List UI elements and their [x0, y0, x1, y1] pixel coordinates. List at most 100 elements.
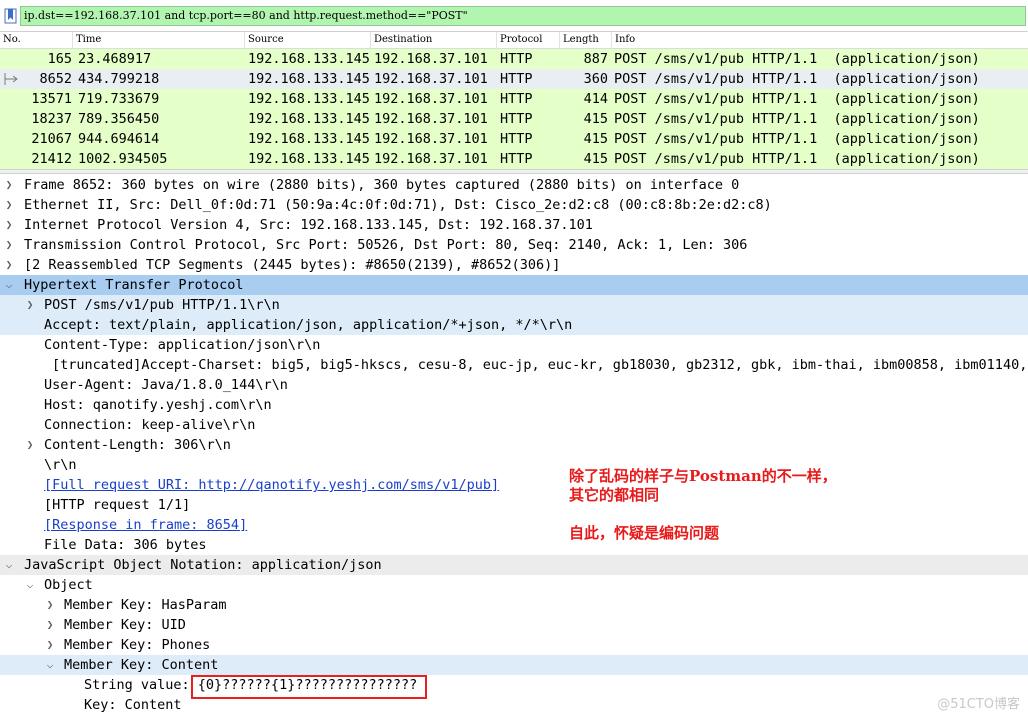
chevron-down-icon[interactable]: ⌵ — [2, 275, 16, 295]
tree-item-host[interactable]: Host: qanotify.yeshj.com\r\n — [0, 395, 1028, 415]
packet-protocol: HTTP — [500, 111, 533, 127]
tree-item-content-length[interactable]: ❯ Content-Length: 306\r\n — [0, 435, 1028, 455]
tree-item-label: Hypertext Transfer Protocol — [24, 277, 244, 293]
packet-protocol: HTTP — [500, 151, 533, 167]
chevron-down-icon[interactable]: ⌵ — [2, 555, 16, 575]
chevron-right-icon[interactable]: ❯ — [2, 255, 16, 275]
chevron-right-icon[interactable]: ❯ — [23, 295, 37, 315]
tree-item-frame[interactable]: ❯ Frame 8652: 360 bytes on wire (2880 bi… — [0, 175, 1028, 195]
chevron-right-icon[interactable]: ❯ — [43, 635, 57, 655]
column-header-length[interactable]: Length — [560, 32, 612, 48]
packet-row[interactable]: 165 23.468917 192.168.133.145 192.168.37… — [0, 49, 1028, 69]
packet-no: 13571 — [31, 91, 72, 107]
tree-item-accept-charset[interactable]: [truncated]Accept-Charset: big5, big5-hk… — [0, 355, 1028, 375]
chevron-right-icon[interactable]: ❯ — [23, 435, 37, 455]
tree-item-label: Content-Type: application/json\r\n — [44, 337, 321, 353]
packet-info: POST /sms/v1/pub HTTP/1.1 (application/j… — [614, 111, 980, 127]
annotation-line: 除了乱码的样子与Postman的不一样， — [569, 467, 837, 485]
packet-row[interactable]: 18237 789.356450 192.168.133.145 192.168… — [0, 109, 1028, 129]
packet-info: POST /sms/v1/pub HTTP/1.1 (application/j… — [614, 91, 980, 107]
tree-item-label: User-Agent: Java/1.8.0_144\r\n — [44, 377, 288, 393]
tree-item-label: Object — [44, 577, 93, 593]
chevron-right-icon[interactable]: ❯ — [2, 175, 16, 195]
tree-item-full-uri[interactable]: [Full request URI: http://qanotify.yeshj… — [0, 475, 1028, 495]
tree-item-label: File Data: 306 bytes — [44, 537, 207, 553]
column-header-time[interactable]: Time — [73, 32, 245, 48]
tree-item-ipv4[interactable]: ❯ Internet Protocol Version 4, Src: 192.… — [0, 215, 1028, 235]
pane-splitter[interactable] — [0, 169, 1028, 174]
tree-item-label: Internet Protocol Version 4, Src: 192.16… — [24, 217, 593, 233]
tree-item-member-uid[interactable]: ❯ Member Key: UID — [0, 615, 1028, 635]
tree-item-response-frame[interactable]: [Response in frame: 8654] — [0, 515, 1028, 535]
packet-details-tree: ❯ Frame 8652: 360 bytes on wire (2880 bi… — [0, 175, 1028, 718]
packet-time: 719.733679 — [78, 91, 160, 107]
tree-item-ethernet[interactable]: ❯ Ethernet II, Src: Dell_0f:0d:71 (50:9a… — [0, 195, 1028, 215]
chevron-right-icon[interactable]: ❯ — [2, 215, 16, 235]
tree-item-label: Transmission Control Protocol, Src Port:… — [24, 237, 748, 253]
chevron-right-icon[interactable]: ❯ — [43, 615, 57, 635]
tree-item-object[interactable]: ⌵ Object — [0, 575, 1028, 595]
column-header-destination[interactable]: Destination — [371, 32, 497, 48]
column-header-source[interactable]: Source — [245, 32, 371, 48]
packet-list-header: No. Time Source Destination Protocol Len… — [0, 32, 1028, 49]
column-header-no[interactable]: No. — [0, 32, 73, 48]
tree-item-key[interactable]: Key: Content — [0, 695, 1028, 715]
tree-item-json[interactable]: ⌵ JavaScript Object Notation: applicatio… — [0, 555, 1028, 575]
tree-item-reassembled[interactable]: ❯ [2 Reassembled TCP Segments (2445 byte… — [0, 255, 1028, 275]
packet-destination: 192.168.37.101 — [374, 131, 488, 147]
packet-source: 192.168.133.145 — [248, 111, 370, 127]
annotation-line: 其它的都相同 — [569, 486, 660, 504]
packet-no: 21067 — [31, 131, 72, 147]
tree-item-http[interactable]: ⌵ Hypertext Transfer Protocol — [0, 275, 1028, 295]
tree-item-accept[interactable]: Accept: text/plain, application/json, ap… — [0, 315, 1028, 335]
tree-item-tcp[interactable]: ❯ Transmission Control Protocol, Src Por… — [0, 235, 1028, 255]
packet-time: 23.468917 — [78, 51, 152, 67]
tree-item-user-agent[interactable]: User-Agent: Java/1.8.0_144\r\n — [0, 375, 1028, 395]
packet-source: 192.168.133.145 — [248, 91, 370, 107]
packet-destination: 192.168.37.101 — [374, 91, 488, 107]
tree-item-request-line[interactable]: ❯ POST /sms/v1/pub HTTP/1.1\r\n — [0, 295, 1028, 315]
response-frame-link[interactable]: [Response in frame: 8654] — [44, 515, 247, 535]
packet-protocol: HTTP — [500, 71, 533, 87]
chevron-down-icon[interactable]: ⌵ — [43, 655, 57, 675]
tree-item-request-count[interactable]: [HTTP request 1/1] — [0, 495, 1028, 515]
tree-item-label: POST /sms/v1/pub HTTP/1.1\r\n — [44, 297, 280, 313]
tree-item-member-content[interactable]: ⌵ Member Key: Content — [0, 655, 1028, 675]
tree-item-string-value[interactable]: String value: {0}??????{1}??????????????… — [0, 675, 1028, 695]
tree-item-label: Member Key: HasParam — [64, 597, 227, 613]
full-request-uri-link[interactable]: [Full request URI: http://qanotify.yeshj… — [44, 475, 499, 495]
display-filter-input[interactable]: ip.dst==192.168.37.101 and tcp.port==80 … — [20, 6, 1026, 26]
packet-length: 360 — [583, 71, 608, 87]
tree-item-label: Member Key: Content — [64, 657, 219, 673]
bookmark-icon[interactable] — [4, 8, 17, 24]
packet-row-selected[interactable]: 8652 434.799218 192.168.133.145 192.168.… — [0, 69, 1028, 89]
column-header-info[interactable]: Info — [612, 32, 1028, 48]
tree-item-member-hasparam[interactable]: ❯ Member Key: HasParam — [0, 595, 1028, 615]
packet-destination: 192.168.37.101 — [374, 111, 488, 127]
packet-row[interactable]: 13571 719.733679 192.168.133.145 192.168… — [0, 89, 1028, 109]
tree-item-label: Content-Length: 306\r\n — [44, 437, 231, 453]
tree-item-label: \r\n — [44, 457, 77, 473]
tree-item-content-type[interactable]: Content-Type: application/json\r\n — [0, 335, 1028, 355]
packet-info: POST /sms/v1/pub HTTP/1.1 (application/j… — [614, 131, 980, 147]
tree-item-connection[interactable]: Connection: keep-alive\r\n — [0, 415, 1028, 435]
chevron-right-icon[interactable]: ❯ — [2, 235, 16, 255]
packet-protocol: HTTP — [500, 91, 533, 107]
chevron-down-icon[interactable]: ⌵ — [23, 575, 37, 595]
packet-protocol: HTTP — [500, 131, 533, 147]
tree-item-member-phones[interactable]: ❯ Member Key: Phones — [0, 635, 1028, 655]
chevron-right-icon[interactable]: ❯ — [2, 195, 16, 215]
packet-source: 192.168.133.145 — [248, 151, 370, 167]
packet-info: POST /sms/v1/pub HTTP/1.1 (application/j… — [614, 51, 980, 67]
packet-source: 192.168.133.145 — [248, 51, 370, 67]
packet-destination: 192.168.37.101 — [374, 151, 488, 167]
packet-row[interactable]: 21067 944.694614 192.168.133.145 192.168… — [0, 129, 1028, 149]
column-header-protocol[interactable]: Protocol — [497, 32, 560, 48]
packet-row[interactable]: 21412 1002.934505 192.168.133.145 192.16… — [0, 149, 1028, 169]
tree-item-crlf[interactable]: \r\n — [0, 455, 1028, 475]
chevron-right-icon[interactable]: ❯ — [43, 595, 57, 615]
watermark: @51CTO博客 — [937, 697, 1020, 712]
tree-item-file-data[interactable]: File Data: 306 bytes — [0, 535, 1028, 555]
packet-length: 415 — [583, 151, 608, 167]
packet-destination: 192.168.37.101 — [374, 71, 488, 87]
